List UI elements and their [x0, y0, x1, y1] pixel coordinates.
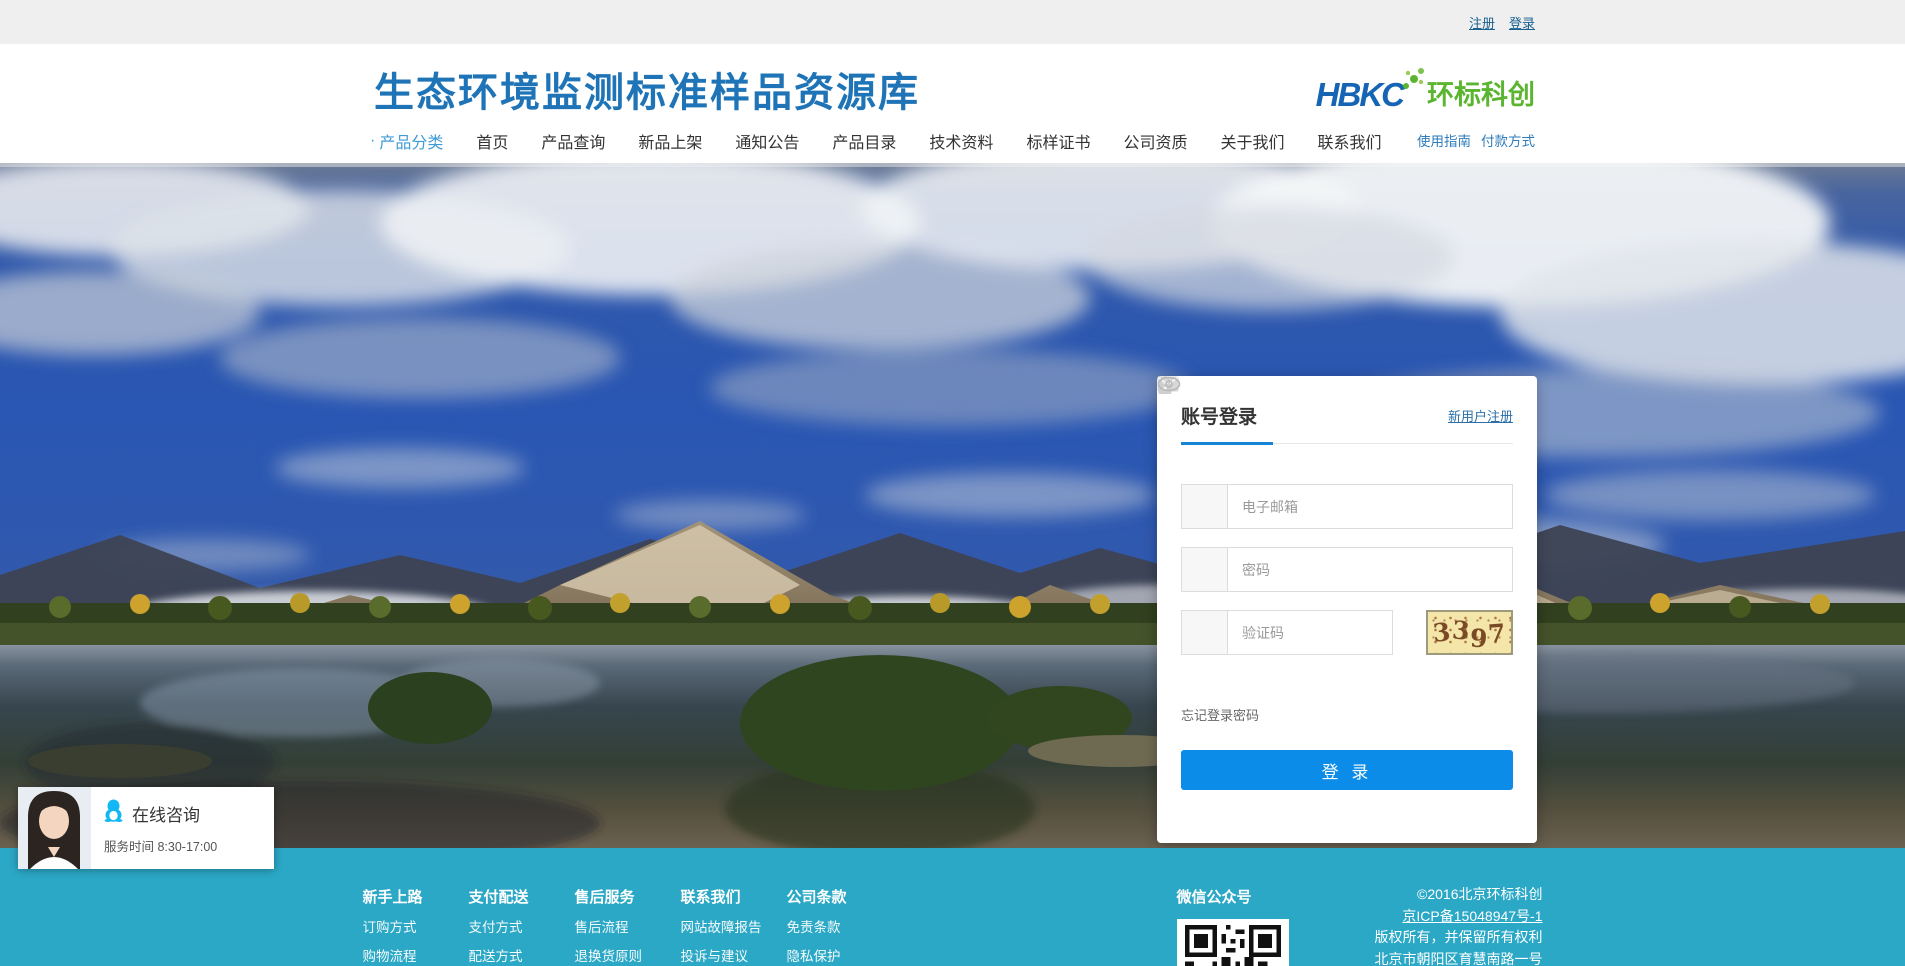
nav-active-bullet: · — [370, 132, 375, 150]
footer-col-title: 售后服务 — [575, 886, 681, 907]
qq-penguin-icon — [104, 799, 123, 827]
page-footer: 新手上路 订购方式 购物流程 支付配送 支付方式 配送方式 售后服务 售后流程 … — [0, 848, 1905, 966]
wechat-title: 微信公众号 — [1177, 886, 1307, 907]
login-submit-button[interactable]: 登 录 — [1181, 750, 1513, 790]
captcha-digit: 3 — [1451, 617, 1471, 643]
nav-item-label: 产品分类 — [379, 129, 443, 153]
logo-dots-icon — [1399, 66, 1425, 97]
nav-item-technical-docs[interactable]: 技术资料 — [929, 129, 993, 153]
login-panel-title: 账号登录 — [1181, 402, 1257, 429]
captcha-image[interactable]: 3 3 9 7 — [1426, 610, 1513, 655]
captcha-row: 3 3 9 7 — [1181, 610, 1513, 655]
hero-landscape-image — [0, 163, 1905, 848]
footer-link[interactable]: 退换货原则 — [575, 945, 681, 965]
captcha-digit: 3 — [1432, 619, 1452, 646]
footer-link[interactable]: 售后流程 — [575, 916, 681, 936]
footer-col-contact: 联系我们 网站故障报告 投诉与建议 — [681, 886, 787, 966]
footer-col-title: 支付配送 — [469, 886, 575, 907]
site-header: 生态环境监测标准样品资源库 HBKC 环标科创 · 产品分类 首页 产品查询 — [0, 44, 1905, 163]
email-field-group — [1181, 484, 1513, 529]
lock-icon — [1182, 548, 1228, 591]
logo-abbr-text: HBKC — [1316, 78, 1403, 111]
service-widget-body: 在线咨询 服务时间 8:30-17:00 — [91, 787, 274, 869]
footer-link[interactable]: 订购方式 — [363, 916, 469, 936]
footer-col-after-sales: 售后服务 售后流程 退换货原则 — [575, 886, 681, 966]
footer-link[interactable]: 支付方式 — [469, 916, 575, 936]
payment-methods-link[interactable]: 付款方式 — [1481, 130, 1535, 150]
footer-link[interactable]: 投诉与建议 — [681, 945, 787, 965]
password-input[interactable] — [1228, 548, 1512, 591]
footer-link[interactable]: 隐私保护 — [787, 945, 893, 965]
nav-item-about-us[interactable]: 关于我们 — [1220, 129, 1284, 153]
nav-item-sample-certificates[interactable]: 标样证书 — [1026, 129, 1090, 153]
eye-icon — [1182, 611, 1228, 654]
login-link[interactable]: 登录 — [1509, 13, 1535, 32]
forgot-password-link[interactable]: 忘记登录密码 — [1181, 705, 1259, 724]
footer-col-terms: 公司条款 免责条款 隐私保护 — [787, 886, 893, 966]
user-guide-link[interactable]: 使用指南 — [1417, 130, 1471, 150]
nav-item-company-qualifications[interactable]: 公司资质 — [1123, 129, 1187, 153]
footer-col-title: 新手上路 — [363, 886, 469, 907]
footer-link[interactable]: 网站故障报告 — [681, 916, 787, 936]
captcha-digit: 7 — [1488, 620, 1507, 646]
footer-copyright: ©2016北京环标科创 京ICP备15048947号-1 版权所有，并保留所有权… — [1375, 884, 1543, 966]
logo-name-text: 环标科创 — [1427, 81, 1535, 111]
captcha-digit: 9 — [1469, 626, 1488, 652]
wechat-qr-code — [1177, 919, 1289, 966]
copyright-line: 版权所有，并保留所有权利 — [1375, 927, 1543, 949]
site-title: 生态环境监测标准样品资源库 — [374, 60, 920, 118]
top-bar: 注册 登录 — [0, 0, 1905, 44]
nav-item-new-arrivals[interactable]: 新品上架 — [638, 129, 702, 153]
service-title: 在线咨询 — [132, 801, 200, 826]
title-underline — [1181, 442, 1273, 445]
register-link[interactable]: 注册 — [1469, 13, 1495, 32]
copyright-line: 北京市朝阳区育慧南路一号 — [1375, 949, 1543, 966]
footer-col-title: 公司条款 — [787, 886, 893, 907]
captcha-field-group — [1181, 610, 1393, 655]
new-user-register-link[interactable]: 新用户注册 — [1448, 406, 1513, 425]
header-quick-links: 使用指南 付款方式 — [1407, 130, 1535, 150]
nav-item-product-search[interactable]: 产品查询 — [541, 129, 605, 153]
company-logo: HBKC 环标科创 — [1316, 66, 1535, 111]
footer-link[interactable]: 免责条款 — [787, 916, 893, 936]
footer-link[interactable]: 购物流程 — [363, 945, 469, 965]
nav-item-product-catalog[interactable]: 产品目录 — [832, 129, 896, 153]
nav-item-announcements[interactable]: 通知公告 — [735, 129, 799, 153]
nav-item-home[interactable]: 首页 — [476, 129, 508, 153]
email-icon — [1182, 485, 1228, 528]
footer-link[interactable]: 配送方式 — [469, 945, 575, 965]
service-agent-avatar — [18, 787, 91, 869]
online-service-widget[interactable]: 在线咨询 服务时间 8:30-17:00 — [18, 787, 274, 869]
nav-item-product-categories[interactable]: · 产品分类 — [370, 129, 443, 153]
main-nav: · 产品分类 首页 产品查询 新品上架 通知公告 产品目录 技术资料 标样证书 … — [370, 129, 1415, 153]
hero-banner: 账号登录 新用户注册 — [0, 163, 1905, 848]
email-input[interactable] — [1228, 485, 1512, 528]
copyright-line: ©2016北京环标科创 — [1375, 884, 1543, 906]
footer-col-title: 联系我们 — [681, 886, 787, 907]
nav-item-contact-us[interactable]: 联系我们 — [1317, 129, 1381, 153]
login-panel: 账号登录 新用户注册 — [1157, 376, 1537, 843]
icp-record-link[interactable]: 京ICP备15048947号-1 — [1402, 906, 1542, 928]
captcha-input[interactable] — [1228, 611, 1392, 654]
footer-wechat-column: 微信公众号 — [1177, 886, 1307, 966]
footer-col-payment-delivery: 支付配送 支付方式 配送方式 — [469, 886, 575, 966]
footer-col-getting-started: 新手上路 订购方式 购物流程 — [363, 886, 469, 966]
service-hours: 服务时间 8:30-17:00 — [104, 836, 274, 855]
password-field-group — [1181, 547, 1513, 592]
